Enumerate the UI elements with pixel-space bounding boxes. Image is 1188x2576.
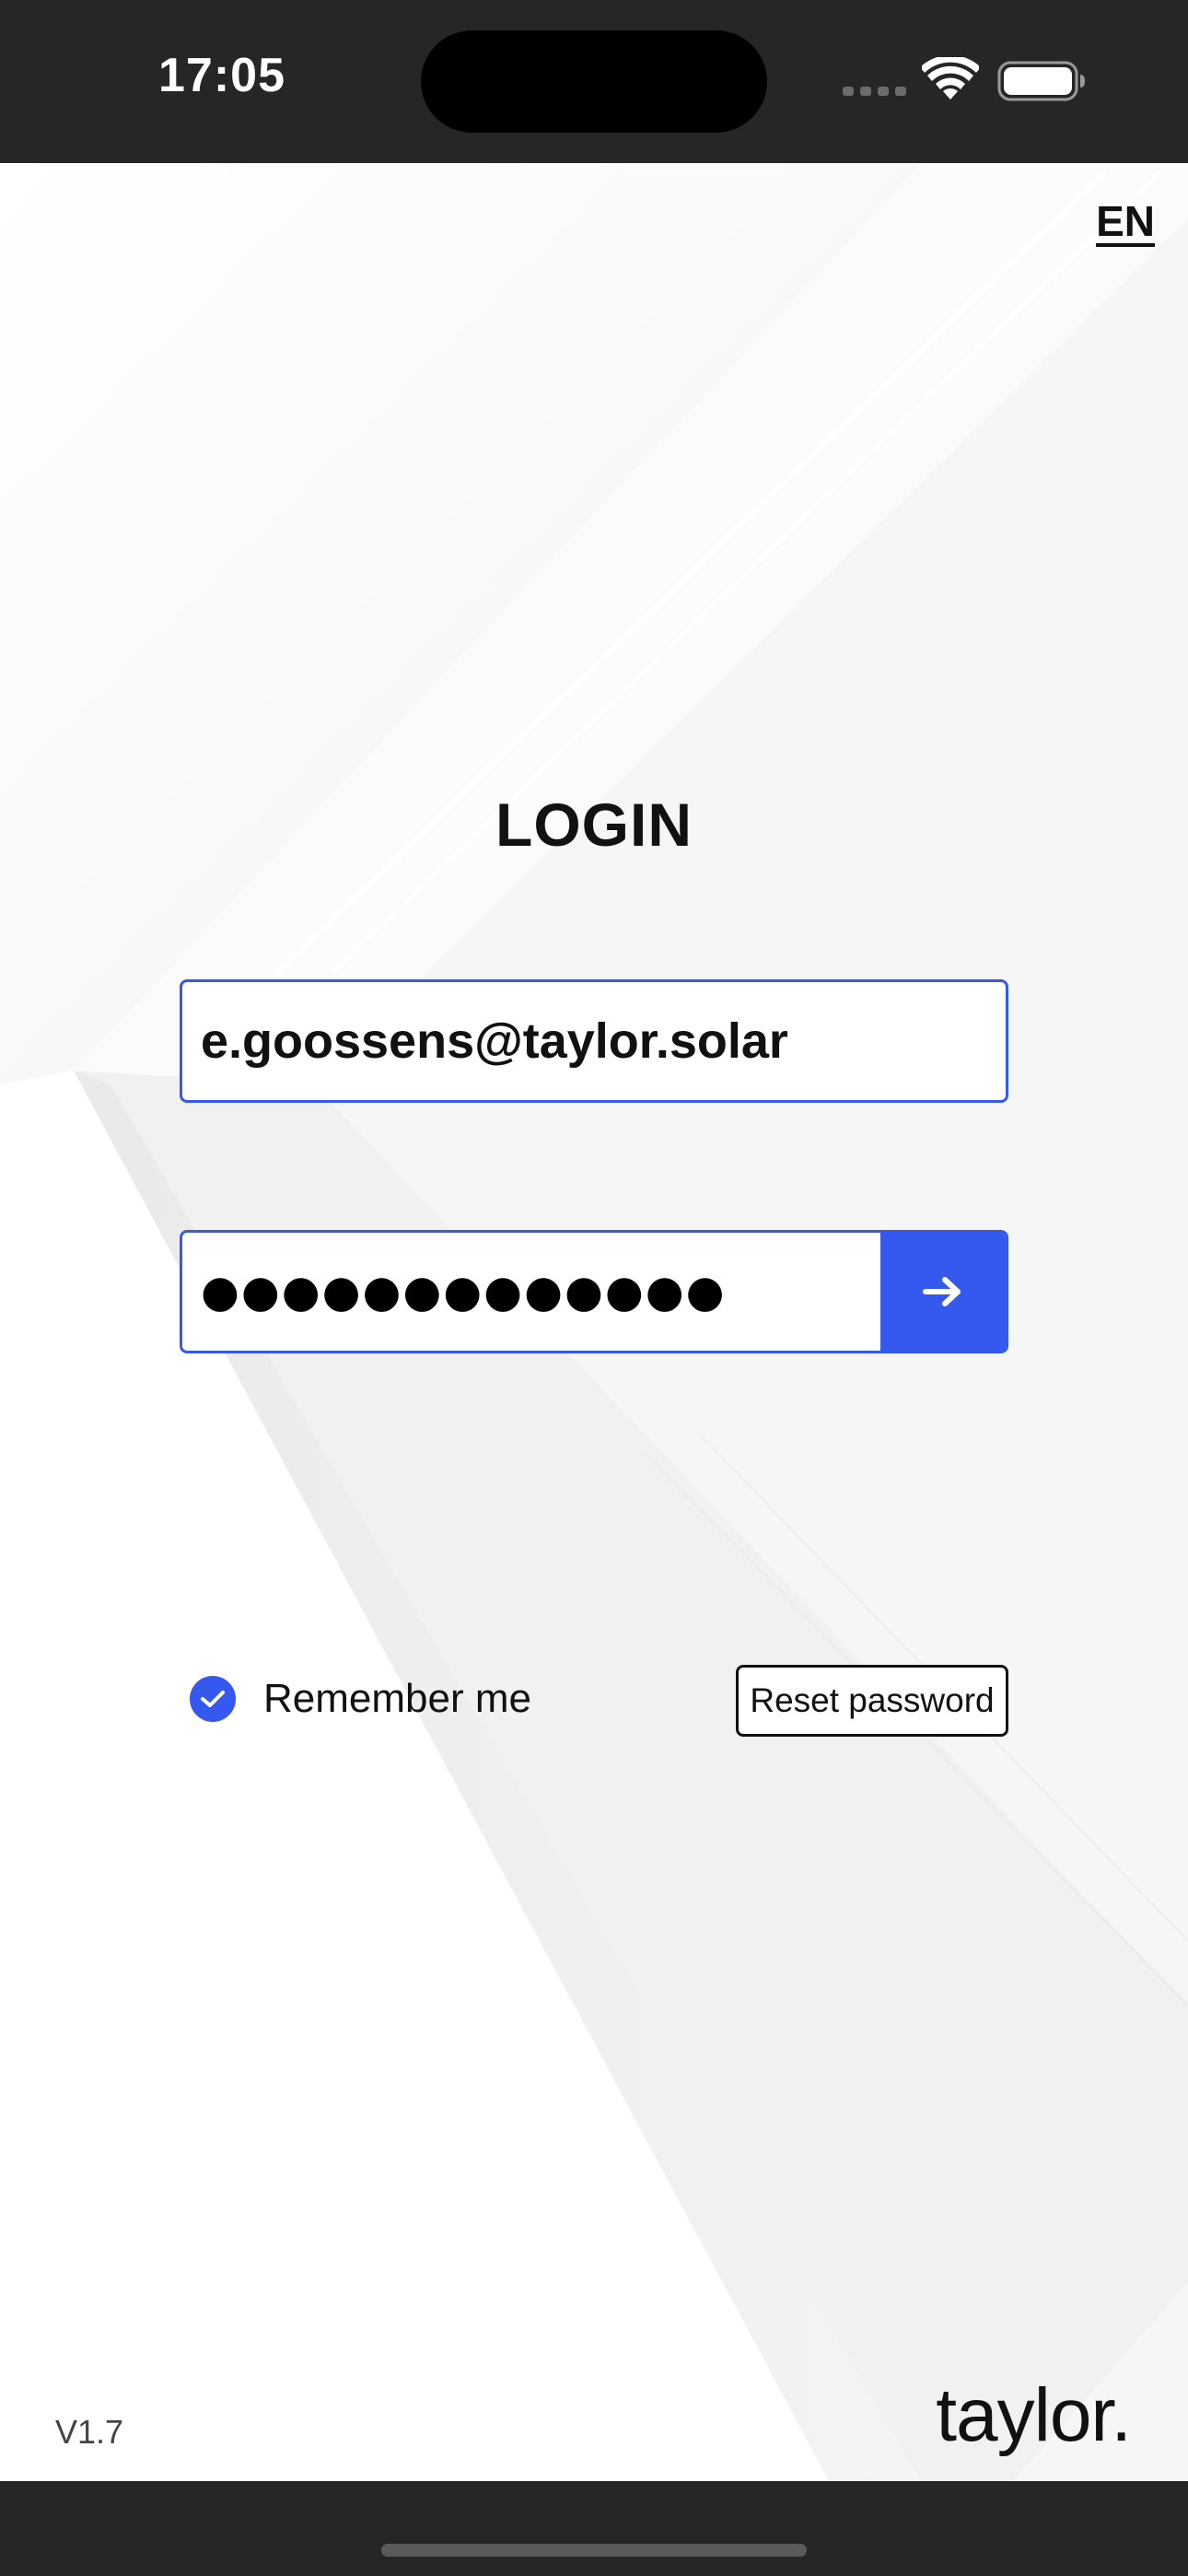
remember-me-checkbox[interactable] bbox=[190, 1676, 236, 1722]
battery-icon bbox=[997, 61, 1085, 101]
remember-me-label: Remember me bbox=[263, 1676, 531, 1721]
brand-logo: taylor. bbox=[936, 2373, 1132, 2457]
home-indicator[interactable] bbox=[381, 2544, 807, 2557]
submit-button[interactable] bbox=[880, 1233, 1006, 1351]
password-field[interactable]: ●●●●●●●●●●●●● bbox=[182, 1233, 880, 1351]
page-title: LOGIN bbox=[495, 790, 693, 859]
home-indicator-area bbox=[0, 2481, 1188, 2576]
password-row: ●●●●●●●●●●●●● bbox=[180, 1230, 1008, 1353]
remember-me-row[interactable]: Remember me bbox=[190, 1676, 531, 1722]
status-time: 17:05 bbox=[158, 49, 285, 102]
version-label: V1.7 bbox=[55, 2413, 124, 2451]
email-field[interactable]: e.goossens@taylor.solar bbox=[180, 979, 1008, 1103]
login-screen: EN LOGIN e.goossens@taylor.solar ●●●●●●●… bbox=[0, 163, 1188, 2481]
checkmark-icon bbox=[201, 1691, 225, 1707]
reset-password-button[interactable]: Reset password bbox=[736, 1665, 1008, 1737]
dynamic-island bbox=[421, 30, 767, 133]
wifi-icon bbox=[922, 57, 979, 100]
arrow-right-icon bbox=[923, 1277, 961, 1306]
status-bar: 17:05 bbox=[0, 0, 1188, 163]
language-switch-link[interactable]: EN bbox=[1096, 196, 1155, 246]
signal-icon bbox=[843, 87, 906, 96]
